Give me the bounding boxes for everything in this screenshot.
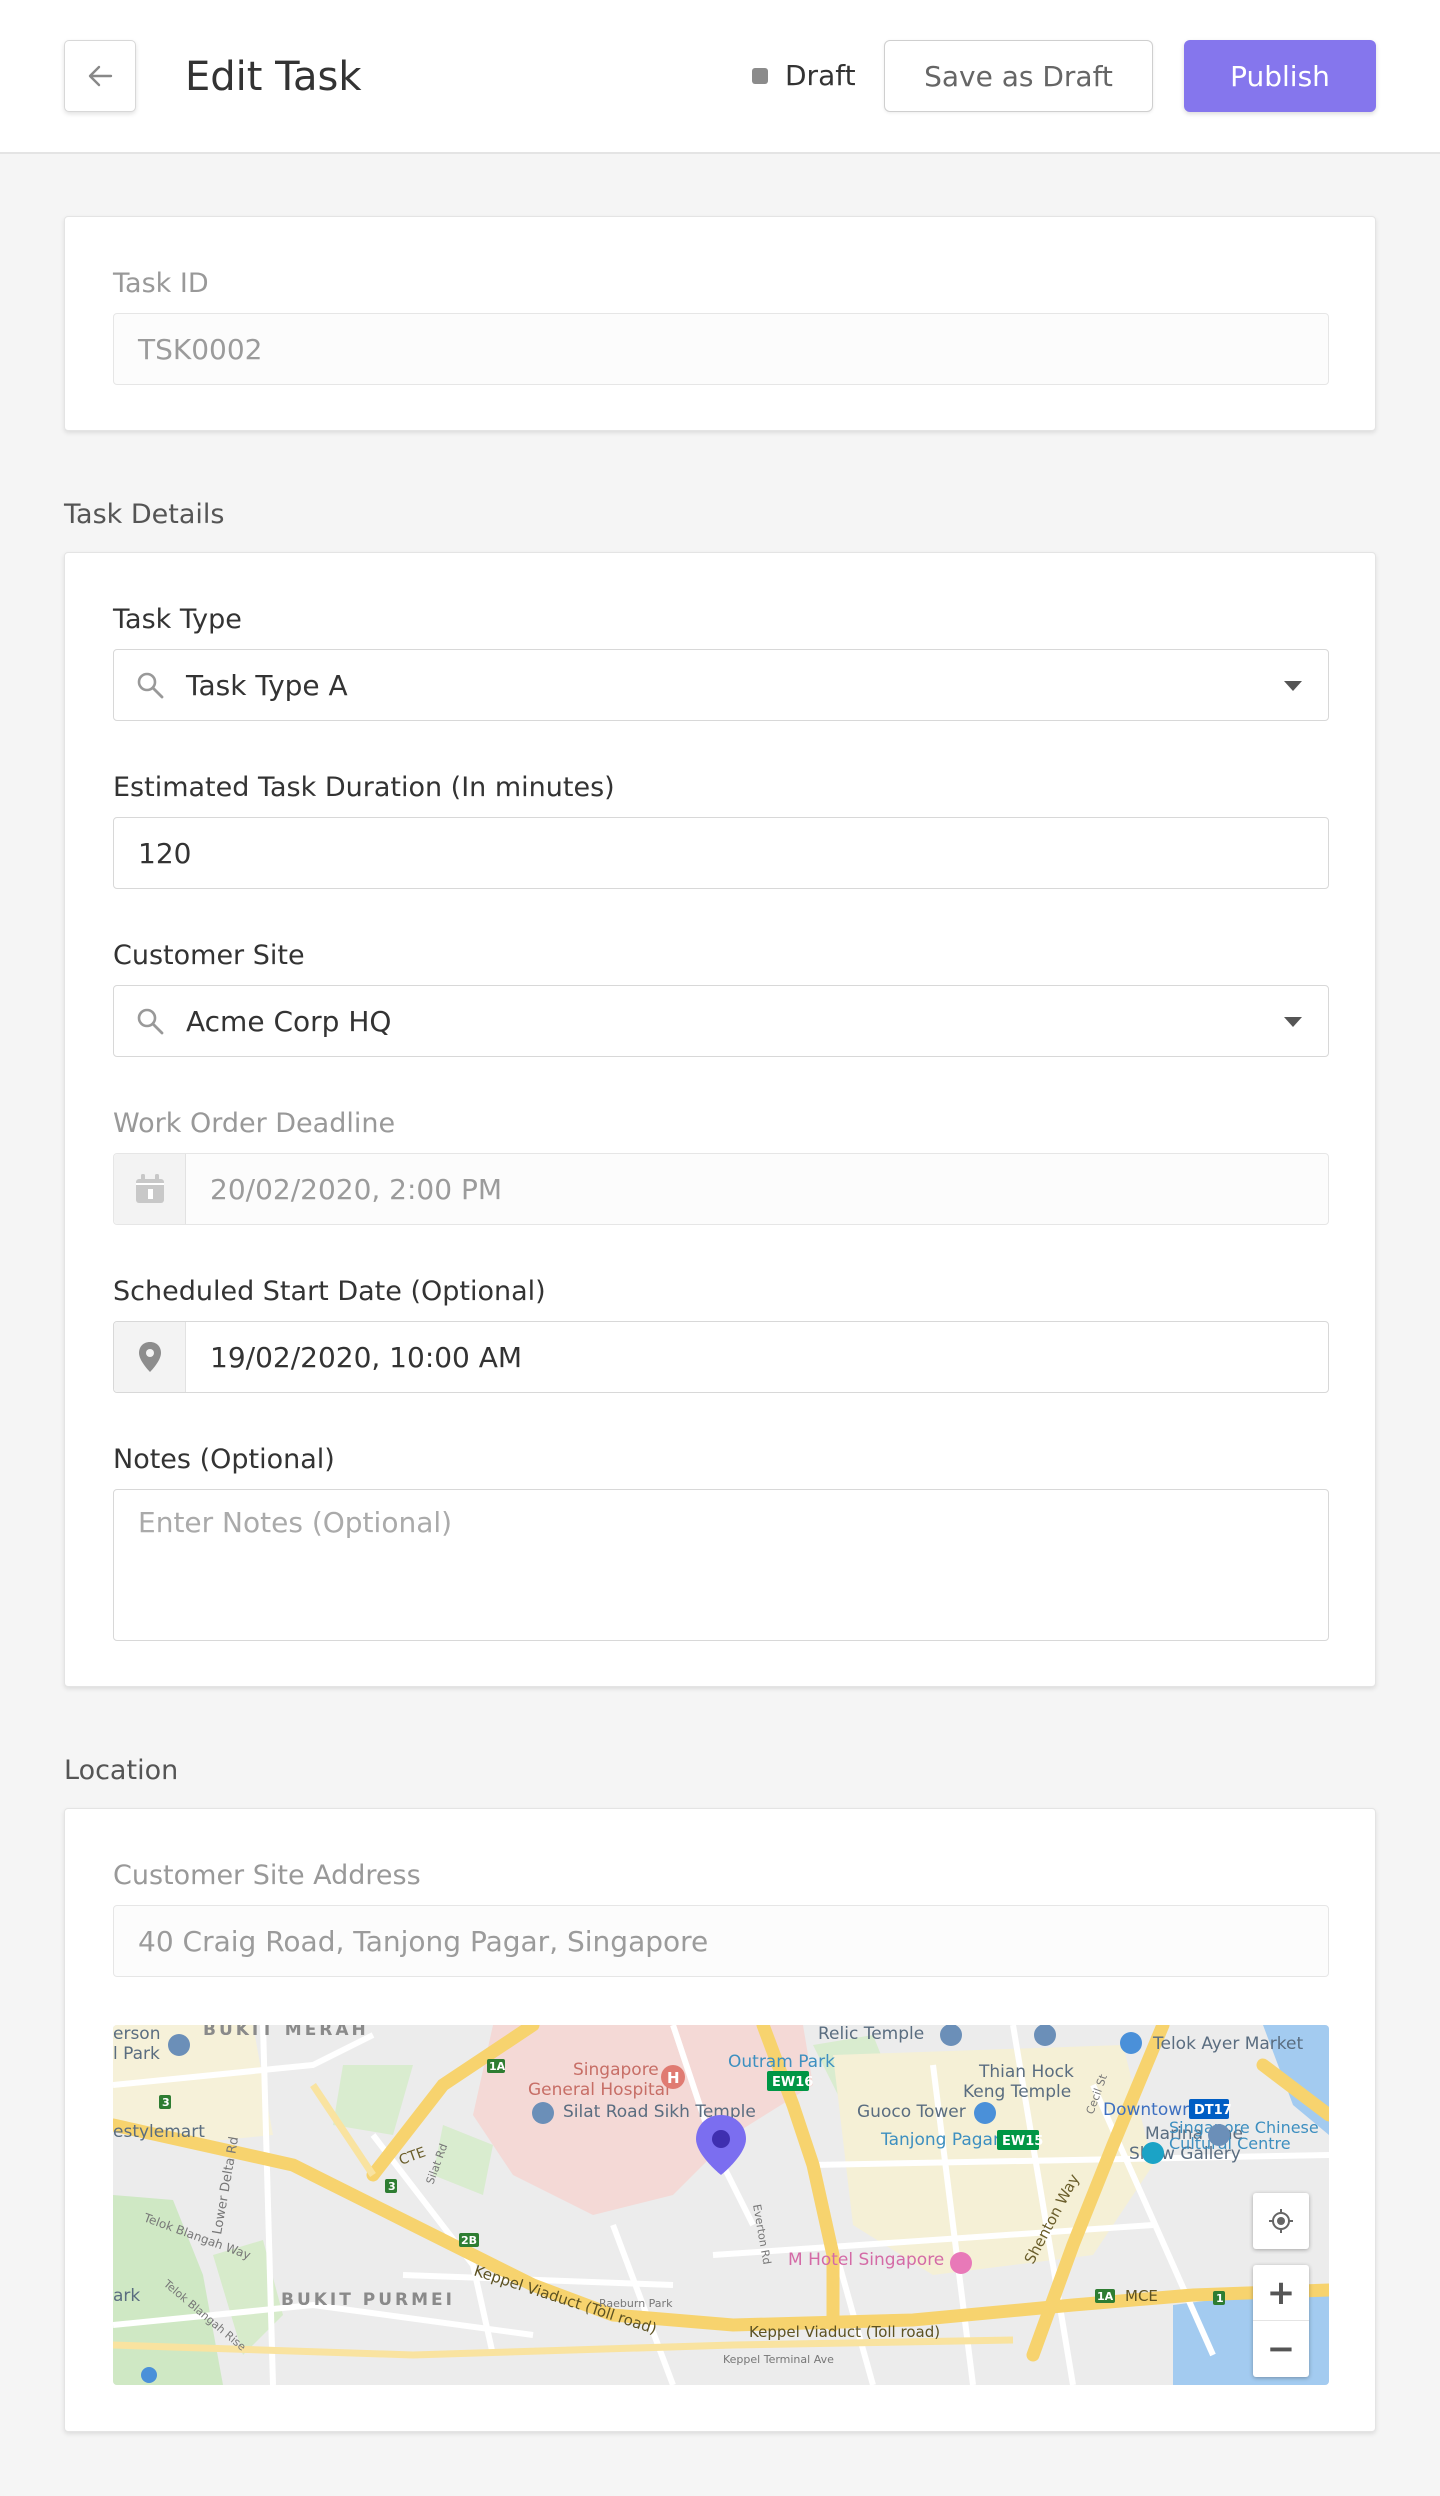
status-label: Draft [785, 59, 856, 92]
map-view[interactable]: BUKIT MERAH erson l Park estylemart Sing… [113, 2025, 1329, 2385]
poi-temple-icon [940, 2025, 962, 2046]
map-label-ark: ark [113, 2286, 140, 2306]
notes-textarea[interactable]: Enter Notes (Optional) [113, 1489, 1329, 1641]
calendar-icon [114, 1154, 186, 1224]
map-label-relic: Relic Temple [818, 2025, 924, 2044]
map-label-dt17: DT17 [1194, 2103, 1232, 2118]
customer-site-select[interactable]: Acme Corp HQ [113, 985, 1329, 1057]
map-label-m-hotel: M Hotel Singapore [788, 2250, 944, 2270]
poi-temple-icon [532, 2102, 554, 2124]
map-label-sgh-1: Singapore [573, 2060, 659, 2080]
poi-pin-icon [168, 2034, 190, 2056]
map-label-park: l Park [113, 2044, 160, 2064]
location-card: Customer Site Address 40 Craig Road, Tan… [64, 1808, 1376, 2432]
app-header: Edit Task Draft Save as Draft Publish [0, 0, 1440, 154]
task-type-label: Task Type [113, 604, 242, 635]
duration-label: Estimated Task Duration (In minutes) [113, 772, 615, 803]
map-label-keppel-terminal: Keppel Terminal Ave [723, 2353, 834, 2366]
customer-site-value: Acme Corp HQ [186, 1004, 392, 1038]
task-type-value: Task Type A [186, 668, 348, 702]
map-label-estylemart: estylemart [113, 2122, 205, 2142]
zoom-controls: + − [1253, 2265, 1309, 2377]
poi-market-icon [1120, 2032, 1142, 2054]
map-label-mce: MCE [1125, 2287, 1158, 2305]
map-label-guoco: Guoco Tower [857, 2102, 966, 2122]
task-details-heading: Task Details [64, 499, 225, 530]
poi-hotel-icon [950, 2252, 972, 2274]
publish-button[interactable]: Publish [1184, 40, 1376, 112]
deadline-value: 20/02/2020, 2:00 PM [210, 1172, 503, 1206]
customer-site-label: Customer Site [113, 940, 305, 971]
search-icon [114, 649, 186, 721]
address-label: Customer Site Address [113, 1860, 421, 1891]
svg-text:H: H [667, 2069, 680, 2087]
start-date-label: Scheduled Start Date (Optional) [113, 1276, 546, 1307]
map-label-telok-ayer: Telok Ayer Market [1152, 2034, 1303, 2054]
poi-gallery-icon [1208, 2124, 1230, 2146]
map-label-raeburn: Raeburn Park [599, 2297, 673, 2310]
deadline-label: Work Order Deadline [113, 1108, 396, 1139]
arrow-left-icon [88, 65, 113, 87]
task-details-card: Task Type Task Type A Estimated Task Dur… [64, 552, 1376, 1687]
task-type-select[interactable]: Task Type A [113, 649, 1329, 721]
map-label-ew15: EW15 [1002, 2134, 1043, 2149]
map-label-keppel-2: Keppel Viaduct (Toll road) [749, 2323, 940, 2341]
poi-temple-icon [1034, 2025, 1056, 2046]
deadline-field: 20/02/2020, 2:00 PM [113, 1153, 1329, 1225]
save-as-draft-button[interactable]: Save as Draft [884, 40, 1153, 112]
map-label-ew16: EW16 [772, 2075, 813, 2090]
chevron-down-icon [1284, 681, 1302, 691]
map-label-erson: erson [113, 2025, 160, 2044]
start-date-input[interactable]: 19/02/2020, 10:00 AM [113, 1321, 1329, 1393]
page-title: Edit Task [185, 54, 362, 100]
map-label-outram: Outram Park [728, 2052, 835, 2072]
map-label-bukit-merah: BUKIT MERAH [203, 2025, 369, 2040]
back-button[interactable] [64, 40, 136, 112]
task-id-label: Task ID [113, 268, 209, 299]
status-badge: Draft [752, 60, 856, 92]
map-label-tanjong: Tanjong Pagar [880, 2130, 1000, 2150]
status-dot-icon [752, 68, 768, 84]
my-location-button[interactable] [1253, 2193, 1309, 2249]
poi-pin-icon [141, 2367, 157, 2383]
map-label-sgh-2: General Hospital [528, 2080, 670, 2100]
map-label-road-3: 3 [162, 2096, 170, 2109]
start-date-value: 19/02/2020, 10:00 AM [210, 1340, 523, 1374]
task-id-card: Task ID TSK0002 [64, 216, 1376, 431]
map-label-thian-2: Keng Temple [963, 2082, 1071, 2102]
hospital-poi-icon: H [661, 2065, 685, 2089]
location-heading: Location [64, 1755, 179, 1786]
poi-shopping-icon [974, 2102, 996, 2124]
duration-value: 120 [138, 836, 192, 870]
map-canvas: BUKIT MERAH erson l Park estylemart Sing… [113, 2025, 1329, 2385]
map-label-bukit-purmei: BUKIT PURMEI [281, 2290, 455, 2310]
map-label-road-1a: 1A [489, 2060, 506, 2073]
location-pin-icon [114, 1322, 186, 1392]
chevron-down-icon [1284, 1017, 1302, 1027]
duration-input[interactable]: 120 [113, 817, 1329, 889]
address-value: 40 Craig Road, Tanjong Pagar, Singapore [138, 1924, 709, 1958]
task-id-field: TSK0002 [113, 313, 1329, 385]
crosshair-icon [1269, 2209, 1293, 2233]
map-label-road-3b: 3 [388, 2180, 396, 2193]
map-label-downtown: Downtown [1103, 2100, 1193, 2120]
map-label-road-1: 1 [1216, 2292, 1224, 2305]
notes-label: Notes (Optional) [113, 1444, 335, 1475]
zoom-out-button[interactable]: − [1253, 2321, 1309, 2377]
zoom-in-button[interactable]: + [1253, 2265, 1309, 2321]
map-label-road-1a-2: 1A [1097, 2290, 1114, 2303]
map-label-road-2b: 2B [461, 2234, 477, 2247]
task-id-value: TSK0002 [138, 332, 263, 366]
search-icon [114, 985, 186, 1057]
poi-culture-icon [1142, 2142, 1164, 2164]
address-field: 40 Craig Road, Tanjong Pagar, Singapore [113, 1905, 1329, 1977]
map-label-thian-1: Thian Hock [978, 2062, 1074, 2082]
